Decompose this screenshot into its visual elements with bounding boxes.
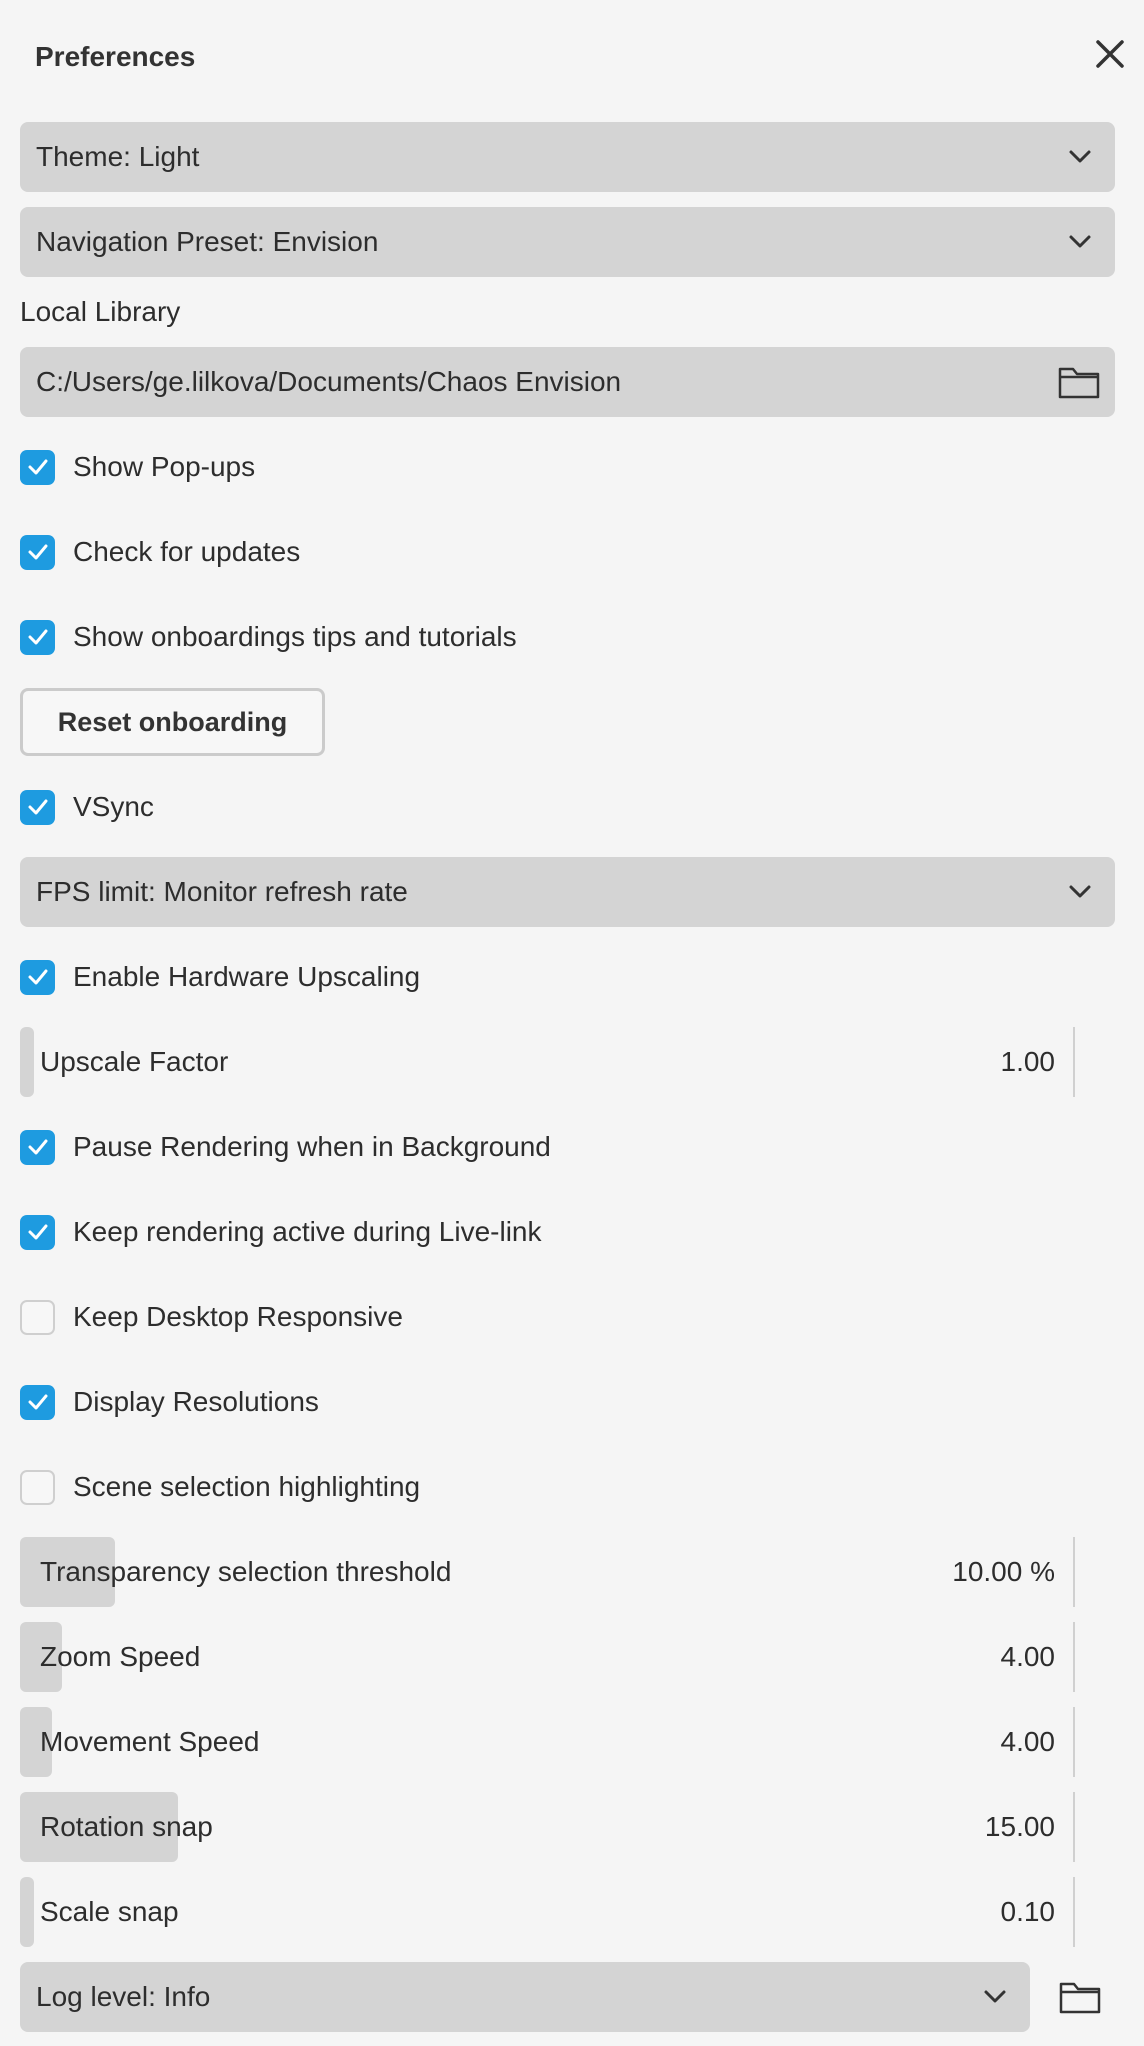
scale-snap-label: Scale snap: [40, 1896, 179, 1927]
checkmark-icon[interactable]: [20, 1214, 55, 1250]
theme-dropdown[interactable]: Theme: Light: [20, 122, 1115, 192]
slider-end-marker: [1073, 1622, 1075, 1692]
check-updates-checkbox[interactable]: Check for updates: [20, 532, 300, 572]
upscale-factor-label: Upscale Factor: [40, 1046, 229, 1077]
desktop-responsive-label: Keep Desktop Responsive: [73, 1301, 403, 1332]
check-updates-label: Check for updates: [73, 536, 301, 567]
checkmark-icon[interactable]: [20, 1384, 55, 1420]
show-popups-label: Show Pop-ups: [73, 451, 256, 482]
scene-highlighting-label: Scene selection highlighting: [73, 1471, 421, 1502]
chevron-down-icon: [1069, 150, 1091, 163]
theme-dropdown-label: Theme: Light: [36, 141, 200, 172]
checkmark-icon[interactable]: [20, 534, 55, 570]
scale-snap-slider[interactable]: Scale snap 0.10: [20, 1877, 1075, 1947]
hardware-upscaling-label: Enable Hardware Upscaling: [73, 961, 421, 992]
navigation-preset-dropdown[interactable]: Navigation Preset: Envision: [20, 207, 1115, 277]
checkmark-icon[interactable]: [20, 959, 55, 995]
rotation-snap-slider[interactable]: Rotation snap 15.00: [20, 1792, 1075, 1862]
zoom-speed-label: Zoom Speed: [40, 1641, 201, 1672]
onboarding-tips-label: Show onboardings tips and tutorials: [73, 621, 517, 652]
pause-rendering-checkbox[interactable]: Pause Rendering when in Background: [20, 1127, 551, 1167]
pause-rendering-label: Pause Rendering when in Background: [73, 1131, 551, 1162]
local-library-label: Local Library: [20, 296, 181, 327]
onboarding-tips-checkbox[interactable]: Show onboardings tips and tutorials: [20, 617, 517, 657]
rotation-snap-label: Rotation snap: [40, 1811, 213, 1842]
slider-end-marker: [1073, 1877, 1075, 1947]
movement-speed-value: 4.00: [1000, 1726, 1056, 1757]
checkmark-icon[interactable]: [20, 449, 55, 485]
slider-end-marker: [1073, 1027, 1075, 1097]
slider-end-marker: [1073, 1707, 1075, 1777]
slider-fill: [20, 1027, 34, 1097]
vsync-checkbox[interactable]: VSync: [20, 787, 154, 827]
checkmark-icon[interactable]: [20, 1129, 55, 1165]
fps-limit-dropdown[interactable]: FPS limit: Monitor refresh rate: [20, 857, 1115, 927]
log-level-label: Log level: Info: [36, 1981, 211, 2012]
scale-snap-value: 0.10: [1000, 1896, 1056, 1927]
close-icon[interactable]: [1090, 34, 1130, 74]
checkmark-icon[interactable]: [20, 619, 55, 655]
folder-icon[interactable]: [1058, 1979, 1102, 2015]
transparency-threshold-slider[interactable]: Transparency selection threshold 10.00 %: [20, 1537, 1075, 1607]
slider-end-marker: [1073, 1537, 1075, 1607]
local-library-path-field[interactable]: C:/Users/ge.lilkova/Documents/Chaos Envi…: [20, 347, 1115, 417]
log-level-dropdown[interactable]: Log level: Info: [20, 1962, 1030, 2032]
show-popups-checkbox[interactable]: Show Pop-ups: [20, 447, 255, 487]
reset-onboarding-button[interactable]: Reset onboarding: [20, 688, 325, 756]
transparency-threshold-value: 10.00 %: [952, 1556, 1055, 1587]
slider-end-marker: [1073, 1792, 1075, 1862]
fps-limit-label: FPS limit: Monitor refresh rate: [36, 876, 408, 907]
chevron-down-icon: [984, 1990, 1006, 2003]
folder-icon[interactable]: [1057, 364, 1101, 400]
display-resolutions-label: Display Resolutions: [73, 1386, 319, 1417]
transparency-threshold-label: Transparency selection threshold: [40, 1556, 452, 1587]
scene-highlighting-checkbox[interactable]: Scene selection highlighting: [20, 1467, 420, 1507]
hardware-upscaling-checkbox[interactable]: Enable Hardware Upscaling: [20, 957, 420, 997]
display-resolutions-checkbox[interactable]: Display Resolutions: [20, 1382, 319, 1422]
upscale-factor-slider[interactable]: Upscale Factor 1.00: [20, 1027, 1075, 1097]
vsync-label: VSync: [73, 791, 154, 822]
zoom-speed-value: 4.00: [1000, 1641, 1056, 1672]
checkmark-icon[interactable]: [20, 789, 55, 825]
chevron-down-icon: [1069, 235, 1091, 248]
movement-speed-label: Movement Speed: [40, 1726, 260, 1757]
rotation-snap-value: 15.00: [984, 1811, 1055, 1842]
navigation-preset-label: Navigation Preset: Envision: [36, 226, 379, 257]
keep-live-link-label: Keep rendering active during Live-link: [73, 1216, 542, 1247]
local-library-path: C:/Users/ge.lilkova/Documents/Chaos Envi…: [36, 366, 622, 397]
movement-speed-slider[interactable]: Movement Speed 4.00: [20, 1707, 1075, 1777]
panel-title: Preferences: [35, 41, 196, 72]
keep-live-link-checkbox[interactable]: Keep rendering active during Live-link: [20, 1212, 542, 1252]
upscale-factor-value: 1.00: [1000, 1046, 1056, 1077]
slider-fill: [20, 1877, 34, 1947]
desktop-responsive-checkbox[interactable]: Keep Desktop Responsive: [20, 1297, 403, 1337]
checkbox-box[interactable]: [20, 1469, 55, 1505]
chevron-down-icon: [1069, 885, 1091, 898]
checkbox-box[interactable]: [20, 1299, 55, 1335]
zoom-speed-slider[interactable]: Zoom Speed 4.00: [20, 1622, 1075, 1692]
